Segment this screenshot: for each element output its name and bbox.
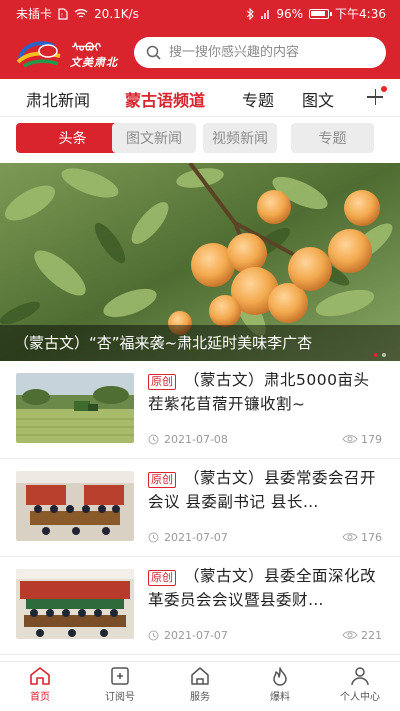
logo-mongolian: ᠰᠤᠪᠤᠢ [72,41,102,54]
logo-text: 文美肃北 [70,56,118,69]
tab-special[interactable]: 专题 [242,87,274,111]
svg-text:!: ! [61,13,63,19]
bottom-tab-bar: 首页 订阅号 服务 爆料 个人中心 [0,661,400,711]
carousel-dot [382,353,386,357]
user-icon [351,667,369,686]
subscribe-icon [111,667,129,685]
views-icon [342,435,358,443]
clock-icon [148,434,159,445]
news-date: 2021-07-07 [164,629,228,642]
tab-photo[interactable]: 图文 [302,87,334,111]
app-header: 未插卡 ! 20.1K/s 96% 下午4:36 ᠰᠤᠪᠤᠢ 文美肃北 [0,0,400,79]
battery-icon [309,8,333,19]
fire-icon [273,667,287,686]
logo-emblem-icon [16,41,61,68]
network-speed: 20.1K/s [94,6,139,21]
tabbar-home[interactable]: 首页 [0,666,80,703]
news-title[interactable]: （蒙古文）县委常委会召开会议 县委副书记 县长… [148,466,384,514]
news-thumbnail [16,569,134,639]
search-icon [146,45,161,60]
channel-tabs: 肃北新闻 蒙古语频道 专题 图文 [0,79,400,120]
tabbar-subscribe-label: 订阅号 [105,692,135,703]
status-bar: 未插卡 ! 20.1K/s 96% 下午4:36 [0,0,400,26]
carrier-label: 未插卡 [16,7,53,21]
sim-icon: ! [58,7,68,20]
clock-icon [148,532,159,543]
tabbar-report[interactable]: 爆料 [240,666,320,703]
service-icon [191,667,209,685]
news-views: 176 [361,531,382,544]
clock: 下午4:36 [335,7,386,21]
views-icon [342,631,358,639]
subtab-video-news[interactable]: 视频新闻 [203,123,277,153]
tabbar-service[interactable]: 服务 [160,666,240,703]
news-title[interactable]: （蒙古文）县委全面深化改革委员会会议暨县委财… [148,564,384,612]
app-logo[interactable]: ᠰᠤᠪᠤᠢ 文美肃北 [14,36,126,70]
tabbar-subscribe[interactable]: 订阅号 [80,666,160,703]
tabbar-report-label: 爆料 [270,692,290,703]
banner-carousel[interactable]: （蒙古文）“杏”福来袭~肃北延时美味李广杏 [0,163,400,361]
search-bar[interactable] [134,37,386,68]
news-thumbnail [16,471,134,541]
tab-subei-news[interactable]: 肃北新闻 [26,87,90,111]
news-views: 179 [361,433,382,446]
news-title[interactable]: （蒙古文）肃北5000亩头茬紫花苜蓿开镰收割~ [148,368,384,416]
tabbar-profile-label: 个人中心 [340,692,380,703]
carousel-dot-active [374,353,378,357]
news-thumbnail [16,373,134,443]
clock-icon [148,630,159,641]
sub-tabs: 头条 图文新闻 视频新闻 专题 [0,117,400,163]
tabbar-service-label: 服务 [190,692,210,703]
add-channel-button[interactable] [364,86,388,110]
conference-image [16,569,134,639]
news-item[interactable]: 原创 （蒙古文）肃北5000亩头茬紫花苜蓿开镰收割~ 2021-07-08 17… [0,361,400,459]
signal-icon [261,9,270,19]
news-date: 2021-07-08 [164,433,228,446]
banner-caption[interactable]: （蒙古文）“杏”福来袭~肃北延时美味李广杏 [0,325,400,361]
views-icon [342,533,358,541]
news-views: 221 [361,629,382,642]
battery-percent: 96% [276,6,304,21]
field-harvest-image [16,373,134,443]
meeting-room-image [16,471,134,541]
carousel-indicator [374,353,386,357]
search-input[interactable] [169,45,369,60]
tab-mongolian-channel[interactable]: 蒙古语频道 [125,87,206,120]
subtab-special[interactable]: 专题 [291,123,374,153]
wifi-icon [74,9,88,18]
tabbar-home-label: 首页 [30,692,50,703]
home-icon [30,667,50,685]
notification-dot [381,86,387,92]
subtab-photo-news[interactable]: 图文新闻 [112,123,196,153]
news-item[interactable]: 原创 （蒙古文）县委全面深化改革委员会会议暨县委财… 2021-07-07 22… [0,557,400,655]
bluetooth-icon [247,7,255,20]
news-date: 2021-07-07 [164,531,228,544]
tabbar-profile[interactable]: 个人中心 [320,666,400,703]
news-item[interactable]: 原创 （蒙古文）县委常委会召开会议 县委副书记 县长… 2021-07-07 1… [0,459,400,557]
